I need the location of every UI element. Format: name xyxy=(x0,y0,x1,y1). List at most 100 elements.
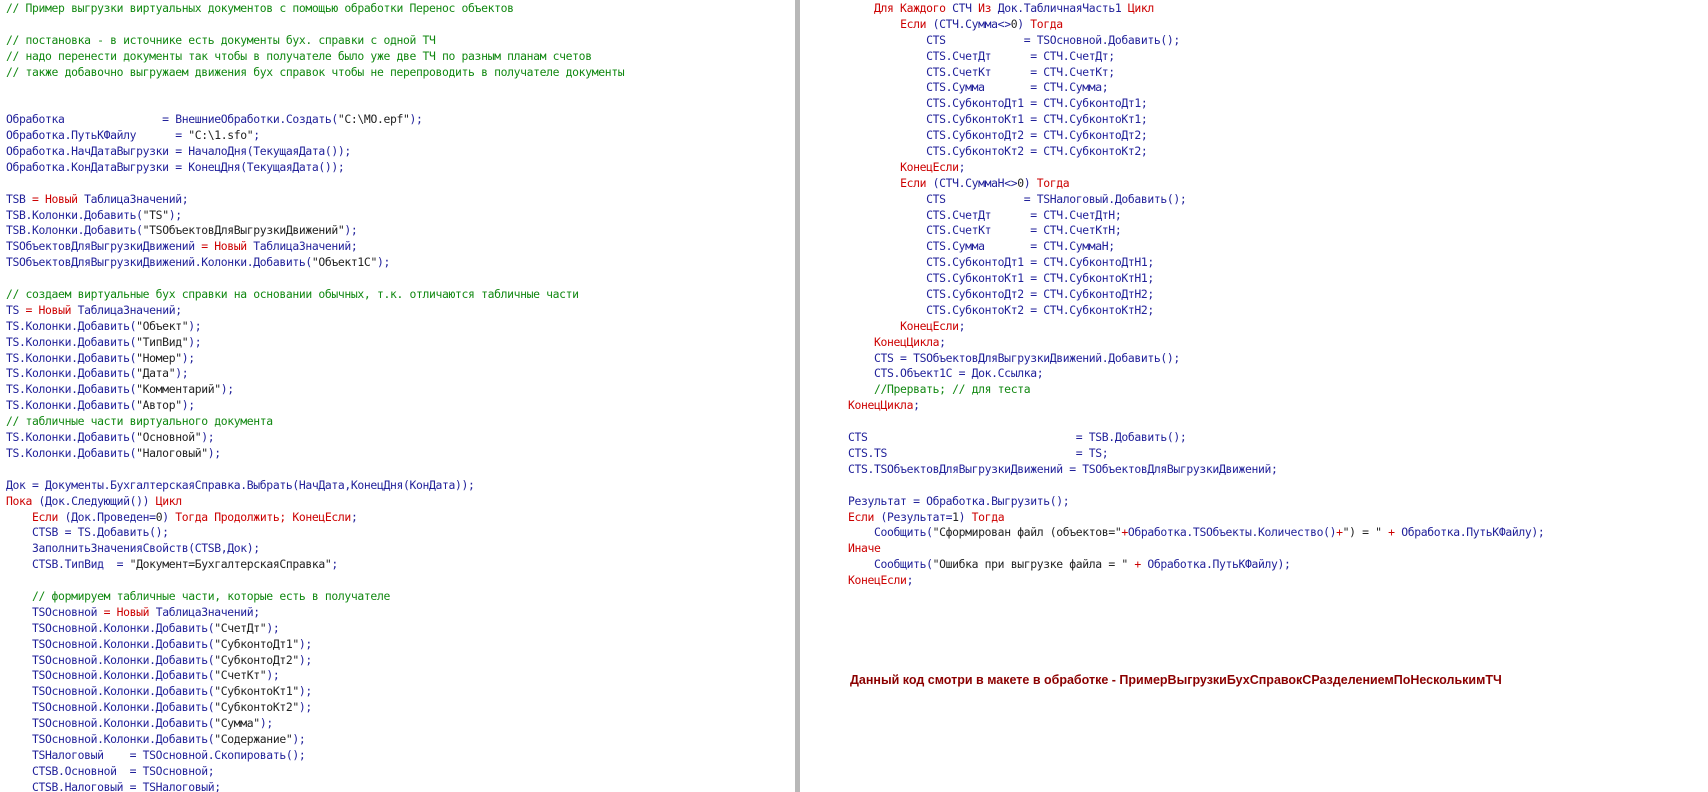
code-token: ") = " xyxy=(1342,525,1382,540)
code-token: CTS.СубконтоКт2 = СТЧ.СубконтоКт2; xyxy=(848,144,1148,159)
code-token: TS.Колонки.Добавить( xyxy=(6,382,137,397)
code-token: CTSB.Налоговый = TSНалоговый; xyxy=(6,779,221,792)
code-listing-left: // Пример выгрузки виртуальных документо… xyxy=(6,1,625,792)
code-line: TS = Новый ТаблицаЗначений; xyxy=(6,303,624,319)
code-line: CTS.СубконтоКт2 = СТЧ.СубконтоКт2; xyxy=(848,144,1544,160)
code-token: Обработка.НачДатаВыгрузки = НачалоДня(Те… xyxy=(6,144,351,159)
code-line: TSОбъектовДляВыгрузкиДвижений.Колонки.До… xyxy=(6,255,624,271)
code-token: СТЧ xyxy=(952,1,979,15)
code-line: TSB = Новый ТаблицаЗначений; xyxy=(6,192,624,208)
code-token: Обработка.ПутьКФайлу); xyxy=(1147,557,1291,572)
code-line: CTS.СубконтоКт1 = СТЧ.СубконтоКт1; xyxy=(848,112,1544,128)
code-line: CTS.СубконтоДт2 = СТЧ.СубконтоДтН2; xyxy=(848,287,1544,303)
code-token: ); xyxy=(298,684,312,699)
code-token: TS xyxy=(6,302,26,317)
code-token: ); xyxy=(409,112,423,127)
code-token: Тогда Продолжить; КонецЕсли xyxy=(175,509,351,524)
code-token: (Результат= xyxy=(880,509,953,524)
code-token: ); xyxy=(344,223,358,238)
code-token: "СубконтоКт1" xyxy=(214,684,299,699)
code-token: Цикл xyxy=(155,493,182,508)
code-token: ; xyxy=(906,573,914,588)
code-line: // также добавочно выгружаем движения бу… xyxy=(6,65,625,81)
code-token: ); xyxy=(181,350,195,365)
code-token: CTS = TSОсновной.Добавить(); xyxy=(848,32,1180,47)
code-token: TSОсновной.Колонки.Добавить( xyxy=(6,620,215,635)
code-token: TSНалоговый = TSОсновной.Скопировать(); xyxy=(6,747,306,762)
code-token: Пока xyxy=(6,493,39,508)
code-token: ); xyxy=(207,445,221,460)
code-token: "СубконтоДт2" xyxy=(214,652,299,667)
code-token: + xyxy=(1381,525,1402,540)
code-token: Если xyxy=(848,509,881,524)
code-token: // табличные части виртуального документ… xyxy=(6,414,273,429)
code-token: TS.Колонки.Добавить( xyxy=(6,350,137,365)
code-line: КонецЦикла; xyxy=(848,398,1544,414)
code-token: CTS = TSНалоговый.Добавить(); xyxy=(848,191,1187,206)
code-token: CTS.СчетКт = СТЧ.СчетКтН; xyxy=(848,223,1122,238)
code-token: ); xyxy=(376,255,390,270)
code-token: Обработка = ВнешниеОбработки.Создать( xyxy=(6,112,338,127)
code-token: TS.Колонки.Добавить( xyxy=(6,318,137,333)
code-token: ТаблицаЗначений; xyxy=(155,604,260,619)
code-token: ; xyxy=(253,128,260,143)
code-line: Обработка.НачДатаВыгрузки = НачалоДня(Те… xyxy=(6,144,624,160)
code-token: CTS.СчетКт = СТЧ.СчетКт; xyxy=(848,64,1115,79)
code-token: CTS.СубконтоДт2 = СТЧ.СубконтоДт2; xyxy=(848,128,1148,143)
code-token: Обработка.ПутьКФайлу = xyxy=(6,128,189,143)
code-pane-left[interactable]: // Пример выгрузки виртуальных документо… xyxy=(0,0,795,792)
code-token: Если xyxy=(900,175,933,190)
code-line: TS.Колонки.Добавить("Основной"); xyxy=(6,430,624,446)
code-token: CTS.СубконтоКт1 = СТЧ.СубконтоКтН1; xyxy=(848,271,1154,286)
code-token: Из xyxy=(978,1,998,15)
code-line: CTSB = TS.Добавить(); xyxy=(6,525,624,541)
code-line: CTS.СчетДт = СТЧ.СчетДт; xyxy=(848,49,1544,65)
code-line: CTS.TSОбъектовДляВыгрузкиДвижений = TSОб… xyxy=(848,462,1544,478)
code-token: Обработка.TSОбъекты.Количество() xyxy=(1127,525,1337,540)
code-token: = Новый xyxy=(32,191,85,206)
code-line: TSОбъектовДляВыгрузкиДвижений = Новый Та… xyxy=(6,239,624,255)
code-line: TS.Колонки.Добавить("Номер"); xyxy=(6,351,624,367)
code-line: // создаем виртуальные бух справки на ос… xyxy=(6,287,624,303)
code-line: TS.Колонки.Добавить("Налоговый"); xyxy=(6,446,624,462)
code-line: CTSB.Налоговый = TSНалоговый; xyxy=(6,780,624,792)
code-token: ); xyxy=(266,620,280,635)
code-token: TS.Колонки.Добавить( xyxy=(6,334,137,349)
code-token: TS.Колонки.Добавить( xyxy=(6,366,137,381)
code-line: Обработка.КонДатаВыгрузки = КонецДня(Тек… xyxy=(6,160,624,176)
code-token: "Документ=БухгалтерскаяСправка" xyxy=(129,557,332,572)
code-line: CTS.СубконтоКт2 = СТЧ.СубконтоКтН2; xyxy=(848,303,1544,319)
code-line: Если (СТЧ.Сумма<>0) Тогда xyxy=(848,17,1544,33)
code-token: CTS.TS = TS; xyxy=(848,445,1109,460)
code-token: TSОсновной.Колонки.Добавить( xyxy=(6,668,215,683)
code-token: TS.Колонки.Добавить( xyxy=(6,398,137,413)
code-token: CTS.СчетДт = СТЧ.СчетДтН; xyxy=(848,207,1122,222)
code-token: "C:\1.sfo" xyxy=(188,128,254,143)
code-line: TSНалоговый = TSОсновной.Скопировать(); xyxy=(6,748,624,764)
code-token: CTS.СчетДт = СТЧ.СчетДт; xyxy=(848,48,1115,63)
code-token: "Номер" xyxy=(136,350,182,365)
code-line: Обработка.ПутьКФайлу = "C:\1.sfo"; xyxy=(6,128,624,144)
code-line: TSОсновной.Колонки.Добавить("СубконтоДт2… xyxy=(6,653,624,669)
code-token: TS.Колонки.Добавить( xyxy=(6,430,137,445)
code-token: "СчетДт" xyxy=(214,620,267,635)
code-token: ); xyxy=(168,207,182,222)
code-line: Сообщить("Сформирован файл (объектов="+О… xyxy=(848,525,1545,541)
code-line: TSB.Колонки.Добавить("TSОбъектовДляВыгру… xyxy=(6,223,624,239)
code-token: ТаблицаЗначений; xyxy=(253,239,358,254)
code-token: (СТЧ.СуммаН<> xyxy=(932,175,1018,190)
code-token: "Сумма" xyxy=(214,716,260,731)
code-line: // надо перенести документы так чтобы в … xyxy=(6,49,624,65)
code-line: TS.Колонки.Добавить("ТипВид"); xyxy=(6,335,624,351)
code-token: Если xyxy=(900,16,933,31)
code-token: ; xyxy=(331,557,338,572)
code-token: = Новый xyxy=(103,604,156,619)
